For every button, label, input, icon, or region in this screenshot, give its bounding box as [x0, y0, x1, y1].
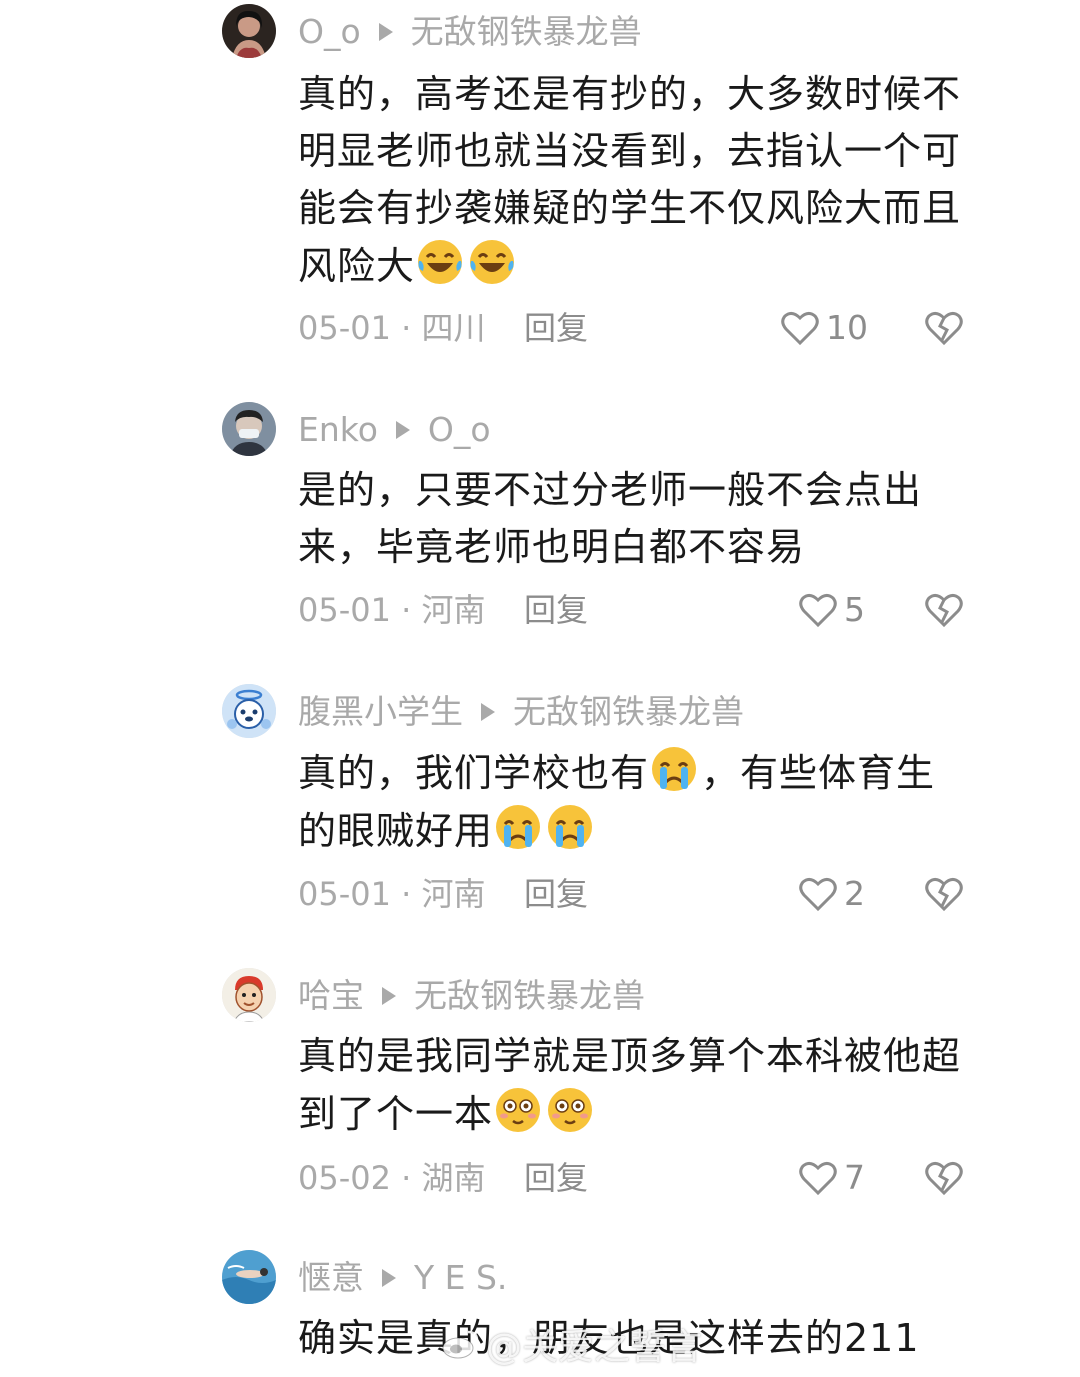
- dislike-button[interactable]: [924, 1158, 964, 1198]
- comment-text: 真的是我同学就是顶多算个本科被他超 到了个一本: [298, 1028, 988, 1143]
- heart-icon: [799, 877, 837, 912]
- laugh-cry-emoji-icon: [418, 240, 463, 284]
- comment-line: 能会有抄袭嫌疑的学生不仅风险大而且: [298, 186, 962, 230]
- crying-face-emoji-icon: [548, 805, 593, 849]
- avatar-image: [222, 968, 276, 1022]
- comment-header: 惬意 Y E S.: [298, 1256, 507, 1300]
- heart-icon: [799, 593, 837, 628]
- comment-header: Enko O_o: [298, 408, 491, 452]
- comment-line: 风险大: [298, 244, 416, 288]
- comment-line: 的眼贼好用: [298, 802, 988, 860]
- avatar-image: [222, 402, 276, 456]
- like-button[interactable]: 10: [780, 306, 868, 350]
- dislike-button[interactable]: [924, 874, 964, 914]
- like-button[interactable]: 5: [798, 588, 865, 632]
- dislike-button[interactable]: [924, 590, 964, 630]
- reply-to-username[interactable]: 无敌钢铁暴龙兽: [513, 690, 744, 734]
- reply-button[interactable]: 回复: [524, 1156, 588, 1200]
- comment-text-segment: 真的，我们学校也有: [298, 751, 650, 795]
- comment-text: 真的，我们学校也有 ，有些体育生 的眼贼好用: [298, 744, 988, 860]
- comment-line: 到了个一本: [298, 1092, 494, 1136]
- comment-meta: 05-02 · 湖南: [298, 1159, 486, 1197]
- reply-button[interactable]: 回复: [524, 588, 588, 632]
- like-count: 10: [826, 308, 868, 347]
- reply-to-username[interactable]: 无敌钢铁暴龙兽: [411, 10, 642, 54]
- avatar-image: [222, 1250, 276, 1304]
- reply-to-username[interactable]: Y E S.: [414, 1256, 507, 1300]
- like-button[interactable]: 7: [798, 1156, 865, 1200]
- broken-heart-icon: [925, 311, 963, 346]
- laugh-cry-emoji-icon: [470, 240, 515, 284]
- watermark: @关爱之誓言: [440, 1318, 702, 1370]
- like-count: 7: [844, 1158, 865, 1197]
- comment-text: 是的，只要不过分老师一般不会点出 来，毕竟老师也明白都不容易: [298, 462, 988, 576]
- heart-icon: [781, 311, 819, 346]
- like-count: 5: [844, 590, 865, 629]
- comment-date: 05-02: [298, 1159, 391, 1197]
- user-avatar[interactable]: [222, 402, 276, 456]
- comment-text-segment: ，有些体育生: [701, 751, 936, 795]
- reply-arrow-icon: [395, 421, 410, 439]
- reply-arrow-icon: [481, 703, 495, 721]
- comment-date: 05-01: [298, 309, 391, 347]
- comment-text: 真的，高考还是有抄的，大多数时候不 明显老师也就当没看到，去指认一个可 能会有抄…: [298, 66, 988, 295]
- comment-header: 哈宝 无敌钢铁暴龙兽: [298, 974, 645, 1018]
- reply-arrow-icon: [382, 1269, 396, 1287]
- comment-location: 河南: [421, 875, 486, 913]
- comment-line: 来，毕竟老师也明白都不容易: [298, 525, 806, 569]
- flushed-face-emoji-icon: [548, 1088, 593, 1132]
- reply-arrow-icon: [382, 987, 396, 1005]
- watermark-text: @关爱之誓言: [486, 1327, 703, 1368]
- comment-line: 真的，高考还是有抄的，大多数时候不: [298, 72, 962, 116]
- username[interactable]: O_o: [298, 10, 361, 54]
- comment-header: O_o 无敌钢铁暴龙兽: [298, 10, 642, 54]
- comment-meta: 05-01 · 河南: [298, 591, 486, 629]
- heart-icon: [799, 1161, 837, 1196]
- comment-line: 真的，我们学校也有 ，有些体育生: [298, 744, 988, 802]
- weibo-logo-icon: [442, 1330, 479, 1359]
- broken-heart-icon: [925, 877, 963, 912]
- username[interactable]: 惬意: [298, 1256, 364, 1300]
- username[interactable]: Enko: [298, 408, 378, 452]
- reply-arrow-icon: [378, 23, 393, 41]
- comment-meta: 05-01 · 河南: [298, 875, 486, 913]
- reply-button[interactable]: 回复: [524, 306, 588, 350]
- broken-heart-icon: [925, 1161, 963, 1196]
- crying-face-emoji-icon: [496, 805, 541, 849]
- comment-date: 05-01: [298, 591, 391, 629]
- reply-button[interactable]: 回复: [524, 872, 588, 916]
- like-button[interactable]: 2: [798, 872, 865, 916]
- comment-line-last: 风险大: [298, 237, 988, 295]
- reply-to-username[interactable]: 无敌钢铁暴龙兽: [414, 974, 645, 1018]
- comment-text-segment: 的眼贼好用: [298, 809, 494, 853]
- dislike-button[interactable]: [924, 308, 964, 348]
- username[interactable]: 哈宝: [298, 974, 364, 1018]
- comment-header: 腹黑小学生 无敌钢铁暴龙兽: [298, 690, 744, 734]
- flushed-face-emoji-icon: [496, 1088, 541, 1132]
- user-avatar[interactable]: [222, 684, 276, 738]
- user-avatar[interactable]: [222, 1250, 276, 1304]
- like-count: 2: [844, 874, 865, 913]
- user-avatar[interactable]: [222, 968, 276, 1022]
- username[interactable]: 腹黑小学生: [298, 690, 463, 734]
- avatar-image: [222, 4, 276, 58]
- comment-line: 真的是我同学就是顶多算个本科被他超: [298, 1034, 962, 1078]
- comment-line: 是的，只要不过分老师一般不会点出: [298, 468, 923, 512]
- comment-meta: 05-01 · 四川: [298, 309, 486, 347]
- avatar-image: [222, 684, 276, 738]
- comment-location: 四川: [421, 309, 486, 347]
- user-avatar[interactable]: [222, 4, 276, 58]
- broken-heart-icon: [925, 593, 963, 628]
- comment-line: 明显老师也就当没看到，去指认一个可: [298, 129, 962, 173]
- comment-location: 湖南: [421, 1159, 486, 1197]
- comment-line-last: 到了个一本: [298, 1085, 988, 1143]
- reply-to-username[interactable]: O_o: [428, 408, 491, 452]
- comment-date: 05-01: [298, 875, 391, 913]
- crying-face-emoji-icon: [652, 747, 697, 791]
- comment-location: 河南: [421, 591, 486, 629]
